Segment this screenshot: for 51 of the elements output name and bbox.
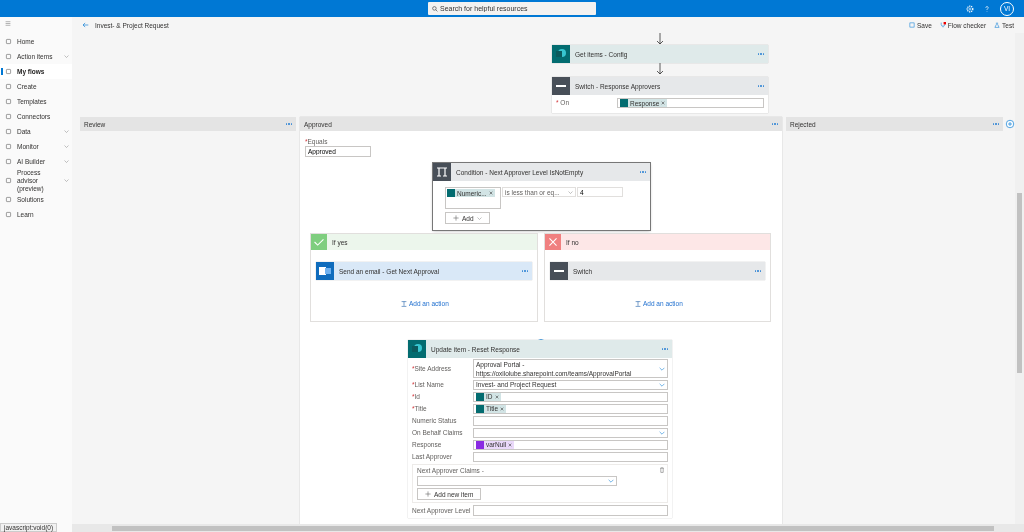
help-icon[interactable] [983, 4, 991, 13]
chevron-icon [476, 216, 482, 220]
add-action-icon [401, 300, 407, 307]
settings-icon[interactable] [966, 4, 974, 13]
nav-icon [5, 53, 12, 60]
input-field[interactable] [473, 505, 668, 516]
input-field[interactable] [473, 415, 668, 426]
mail-icon [316, 262, 334, 280]
add-case-icon[interactable] [1005, 118, 1015, 130]
vertical-scrollbar[interactable] [1015, 33, 1024, 524]
trash-icon[interactable] [659, 466, 665, 473]
chevron-icon[interactable] [64, 145, 69, 148]
connector-arrow [656, 63, 664, 75]
save-icon [908, 22, 915, 28]
flask-icon [994, 22, 1001, 28]
chevron-icon [659, 382, 665, 387]
dropdown-field[interactable] [473, 427, 668, 438]
menu-icon[interactable] [5, 21, 11, 26]
nav-icon [5, 128, 12, 135]
plus-icon [425, 491, 431, 498]
chevron-icon [659, 366, 665, 371]
search-icon [432, 5, 438, 12]
remove-icon[interactable] [494, 394, 499, 399]
stethoscope-icon [939, 22, 946, 28]
remove-icon[interactable] [500, 406, 505, 411]
add-action-icon [635, 300, 641, 307]
nav-icon [5, 98, 12, 105]
nav-icon [5, 38, 12, 45]
chevron-icon[interactable] [64, 179, 69, 183]
nav-icon [5, 143, 12, 150]
chevron-icon[interactable] [64, 55, 69, 58]
chevron-icon[interactable] [64, 130, 69, 133]
remove-icon[interactable] [508, 442, 513, 447]
nav-icon [5, 83, 12, 90]
chevron-icon [608, 478, 614, 483]
remove-icon[interactable] [488, 191, 493, 195]
plus-icon [453, 215, 459, 221]
horizontal-scrollbar[interactable] [72, 524, 1024, 532]
switch-icon [550, 262, 568, 280]
nav-icon [5, 68, 12, 75]
chevron-icon [568, 190, 573, 194]
back-arrow-icon[interactable] [82, 22, 89, 28]
remove-icon[interactable] [661, 101, 666, 105]
chevron-icon [659, 430, 665, 435]
dropdown-field[interactable] [417, 475, 617, 487]
nav-icon [5, 113, 12, 120]
nav-icon [5, 177, 12, 185]
nav-icon [5, 158, 12, 165]
chevron-icon[interactable] [64, 160, 69, 163]
connector-arrow [656, 33, 664, 45]
input-field[interactable] [473, 451, 668, 462]
